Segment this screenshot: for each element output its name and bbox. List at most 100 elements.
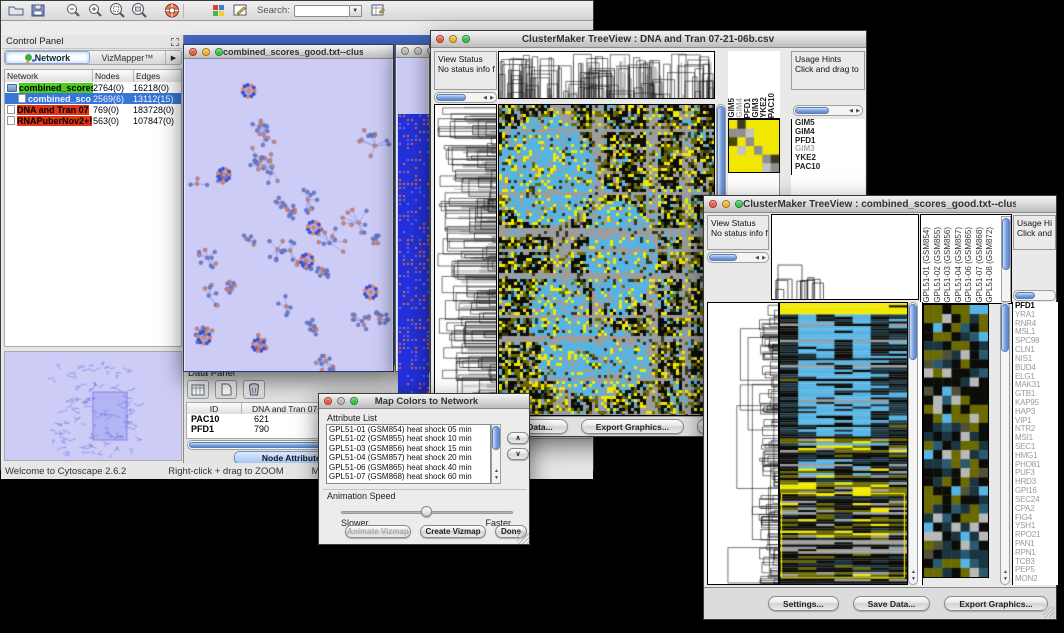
tv2-column-dendrogram[interactable] xyxy=(771,214,919,300)
attribute-list-item[interactable]: GPL51-02 (GSM855) heat shock 10 min xyxy=(327,434,490,443)
close-icon[interactable] xyxy=(436,35,444,43)
zoom-window-icon[interactable] xyxy=(350,397,358,405)
tv2-labels-vscrollbar[interactable] xyxy=(1001,216,1011,302)
zoom-window-icon[interactable] xyxy=(215,48,223,56)
minimize-icon[interactable] xyxy=(722,200,730,208)
tv1-zoom-hscrollbar[interactable]: ◀▶ xyxy=(793,105,863,116)
attribute-list-item[interactable]: GPL51-01 (GSM854) heat shock 05 min xyxy=(327,425,490,434)
network-view-2-titlebar[interactable] xyxy=(396,45,429,58)
tv2-global-heatmap[interactable] xyxy=(779,302,908,585)
search-label: Search: xyxy=(257,5,290,16)
search-dropdown-icon[interactable]: ▼ xyxy=(350,5,362,17)
treeview1-titlebar[interactable]: ClusterMaker TreeView : DNA and Tran 07-… xyxy=(431,31,866,48)
tv2-zoom-vscrollbar[interactable]: ▲▼ xyxy=(1000,302,1010,585)
network-row[interactable]: combined_scores 2764(0) 16218(0) xyxy=(5,82,181,93)
tv2-status-scrollbar[interactable]: ◀▶ xyxy=(707,252,769,263)
attribute-list-item[interactable]: GPL51-03 (GSM856) heat shock 15 min xyxy=(327,444,490,453)
vizmap-palette-icon[interactable] xyxy=(207,2,229,20)
column-label: GPL51-08 (GSM872) xyxy=(986,227,997,303)
network-type-icon xyxy=(7,116,15,125)
minimize-icon[interactable] xyxy=(449,35,457,43)
tv1-status-scrollbar[interactable]: ◀▶ xyxy=(434,92,497,103)
tv2-button[interactable]: Settings... xyxy=(768,596,839,611)
treeview2-titlebar[interactable]: ClusterMaker TreeView : combined_scores_… xyxy=(704,196,1056,213)
tv2-zoom-heatmap[interactable] xyxy=(923,304,989,578)
close-icon[interactable] xyxy=(189,48,197,56)
col-header-nodes[interactable]: Nodes xyxy=(93,70,134,82)
new-attribute-icon[interactable] xyxy=(215,380,237,399)
attribute-list-item[interactable]: GPL51-06 (GSM865) heat shock 40 min xyxy=(327,463,490,472)
slider-thumb[interactable] xyxy=(421,506,432,517)
minimize-icon[interactable] xyxy=(414,47,422,55)
animation-speed-label: Animation Speed xyxy=(327,491,396,501)
network-list: combined_scores 2764(0) 16218(0) combine… xyxy=(5,82,181,126)
attribute-list-scrollbar[interactable]: ▲▼ xyxy=(491,424,501,484)
close-icon[interactable] xyxy=(401,47,409,55)
desktop: Cytoscape Desktop (Session Name: collins… xyxy=(0,0,1064,633)
tv2-usage-hints: Usage HiClick and xyxy=(1013,215,1056,250)
network-type-icon xyxy=(18,94,26,103)
attribute-table-icon[interactable] xyxy=(368,2,390,20)
attribute-list-item[interactable]: GPL51-07 (GSM868) heat shock 60 min xyxy=(327,472,490,481)
animation-slider[interactable] xyxy=(341,506,513,518)
col-header-edges[interactable]: Edges xyxy=(134,70,181,82)
network-row[interactable]: DNA and Tran 07 769(0) 183728(0) xyxy=(5,104,181,115)
tv1-global-heatmap[interactable] xyxy=(498,104,715,416)
network-row[interactable]: RNAPuberNov2+! 563(0) 107847(0) xyxy=(5,115,181,126)
id-column-header[interactable]: ID xyxy=(187,403,242,414)
move-down-button[interactable]: ∨ xyxy=(507,448,529,460)
tv1-zoom-heatmap[interactable] xyxy=(728,119,780,173)
network-row[interactable]: combined_sco 2569(6) 13112(15) xyxy=(5,93,181,104)
close-icon[interactable] xyxy=(324,397,332,405)
zoom-window-icon[interactable] xyxy=(462,35,470,43)
select-attributes-icon[interactable] xyxy=(187,380,209,399)
col-header-network[interactable]: Network xyxy=(5,70,93,82)
animate-vizmap-button[interactable]: Animate Vizmap xyxy=(345,525,411,538)
map-dialog-titlebar[interactable]: Map Colors to Network xyxy=(319,394,529,409)
zoom-selected-icon[interactable] xyxy=(107,2,129,20)
network-view-titlebar[interactable]: combined_scores_good.txt--cluste... xyxy=(184,45,393,59)
map-colors-dialog: Map Colors to Network Attribute List GPL… xyxy=(318,393,530,545)
minimize-icon[interactable] xyxy=(337,397,345,405)
zoom-out-icon[interactable] xyxy=(63,2,85,20)
tv2-button[interactable]: Save Data... xyxy=(853,596,931,611)
birdseye-panel[interactable] xyxy=(4,351,182,461)
tv1-column-dendrogram[interactable] xyxy=(498,51,715,99)
zoom-fit-icon[interactable] xyxy=(129,2,151,20)
tv2-row-dendrogram[interactable] xyxy=(707,302,779,585)
zoom-in-icon[interactable] xyxy=(85,2,107,20)
resize-grip[interactable] xyxy=(517,532,529,544)
tv2-hints-scrollbar[interactable] xyxy=(1013,290,1056,301)
delete-attribute-icon[interactable] xyxy=(243,380,265,399)
tab-vizmapper[interactable]: VizMapper™ xyxy=(90,51,165,64)
row-label: PAC10 xyxy=(795,163,865,172)
float-panel-icon[interactable] xyxy=(171,38,179,46)
save-icon[interactable] xyxy=(27,2,49,20)
attribute-list[interactable]: GPL51-01 (GSM854) heat shock 05 minGPL51… xyxy=(326,424,491,484)
open-folder-icon[interactable] xyxy=(5,2,27,20)
network-table: Network Nodes Edges combined_scores 2764… xyxy=(4,69,182,347)
close-icon[interactable] xyxy=(709,200,717,208)
network-type-icon xyxy=(7,105,15,114)
network-view-canvas[interactable] xyxy=(185,59,392,371)
attribute-list-item[interactable]: GPL51-04 (GSM857) heat shock 20 min xyxy=(327,453,490,462)
search-input[interactable] xyxy=(294,5,350,17)
create-vizmap-button[interactable]: Create Vizmap xyxy=(420,525,486,538)
resize-grip[interactable] xyxy=(1043,606,1055,618)
tv1-button[interactable]: Export Graphics... xyxy=(581,419,684,434)
network-view-2-canvas[interactable] xyxy=(397,58,428,371)
tv2-heatmap-vscrollbar[interactable]: ▲▼ xyxy=(908,302,918,585)
map-dialog-title: Map Colors to Network xyxy=(358,396,495,407)
tv1-row-dendrogram[interactable] xyxy=(434,104,497,416)
tv2-footer: Settings... Save Data... Export Graphics..… xyxy=(704,587,1056,619)
tab-network[interactable]: Network xyxy=(5,51,90,64)
annotation-icon[interactable] xyxy=(229,2,251,20)
network-view-window: combined_scores_good.txt--cluste... xyxy=(183,44,394,372)
tabs-more-icon[interactable]: ▶ xyxy=(165,51,181,64)
minimize-icon[interactable] xyxy=(202,48,210,56)
help-lifebuoy-icon[interactable] xyxy=(161,2,183,20)
move-up-button[interactable]: ∧ xyxy=(507,432,529,444)
tv2-button[interactable]: Export Graphics... xyxy=(944,596,1047,611)
column-label: GPL51-01 (GSM854) xyxy=(923,227,934,303)
zoom-window-icon[interactable] xyxy=(735,200,743,208)
